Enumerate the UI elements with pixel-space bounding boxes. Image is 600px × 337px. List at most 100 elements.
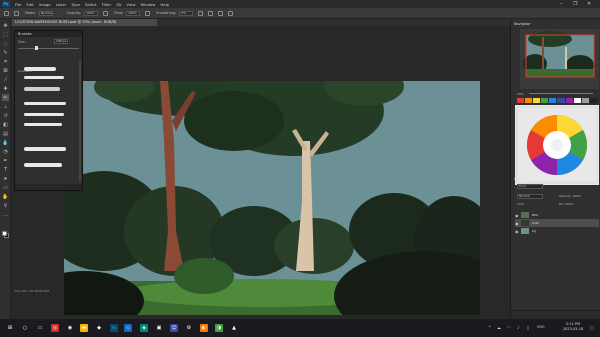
menu-layer[interactable]: Layer	[56, 2, 67, 7]
navigator-zoom-value[interactable]: 33%	[517, 92, 524, 96]
eraser-tool-icon[interactable]: ◧	[2, 121, 9, 128]
swatch-purple[interactable]	[565, 98, 573, 103]
eyedropper-tool-icon[interactable]: ⁄	[2, 76, 9, 83]
app-teal-icon[interactable]: ◈	[140, 324, 148, 332]
brush-size-field[interactable]: 196 px	[54, 39, 68, 44]
brush-preset-2[interactable]	[24, 76, 64, 79]
swatch-orange[interactable]	[525, 98, 533, 103]
zoom-tool-icon[interactable]: ⚲	[2, 202, 9, 209]
smoothing-field[interactable]: 0%	[179, 10, 194, 16]
brush-preset-6[interactable]	[24, 123, 62, 126]
swatch-green[interactable]	[541, 98, 549, 103]
shape-tool-icon[interactable]: ▭	[2, 184, 9, 191]
menu-filter[interactable]: Filter	[102, 2, 111, 7]
pressure-size-icon[interactable]	[218, 10, 224, 16]
brush-preset-icon[interactable]	[14, 10, 19, 16]
steam-icon[interactable]: ⚙	[185, 324, 193, 332]
obs-icon[interactable]: ◉	[66, 324, 74, 332]
layer-row-bush[interactable]: ◉ bush	[515, 219, 599, 227]
battery-icon[interactable]: ▯	[527, 325, 529, 330]
menu-view[interactable]: View	[126, 2, 135, 7]
menu-edit[interactable]: Edit	[26, 2, 33, 7]
healing-tool-icon[interactable]: ✚	[2, 85, 9, 92]
brush-list-scrollbar[interactable]	[79, 61, 81, 181]
file-explorer-icon[interactable]: ▬	[80, 324, 88, 332]
settings-gear-icon[interactable]	[198, 10, 204, 16]
brush-tool-icon[interactable]: ✏	[2, 94, 9, 101]
symmetry-icon[interactable]	[228, 10, 234, 16]
brush-size-slider-thumb[interactable]	[35, 46, 38, 50]
brush-tool-icon[interactable]	[4, 10, 9, 16]
maximize-button[interactable]: ❐	[573, 1, 577, 7]
brush-preset-4[interactable]	[24, 102, 66, 105]
swatch-white[interactable]	[573, 98, 581, 103]
flow-field[interactable]: 100%	[126, 10, 141, 16]
language-indicator[interactable]: ENG	[537, 325, 545, 329]
menu-help[interactable]: Help	[160, 2, 169, 7]
layer-blend-mode[interactable]: Normal	[517, 194, 543, 199]
hand-tool-icon[interactable]: ✋	[2, 193, 9, 200]
app-misc-icon[interactable]: ▲	[230, 324, 238, 332]
app-dark-icon[interactable]: ▣	[155, 324, 163, 332]
layer-fill[interactable]: Fill: 100%	[559, 202, 574, 206]
menu-select[interactable]: Select	[85, 2, 97, 7]
angle-icon[interactable]	[208, 10, 214, 16]
gradient-tool-icon[interactable]: ▤	[2, 130, 9, 137]
lasso-tool-icon[interactable]: ◌	[2, 40, 9, 47]
menu-file[interactable]: File	[15, 2, 21, 7]
frame-tool-icon[interactable]: ⊠	[2, 67, 9, 74]
swatch-red[interactable]	[517, 98, 525, 103]
airbrush-icon[interactable]	[145, 10, 151, 16]
color-wheel-panel[interactable]	[515, 105, 599, 185]
chrome-icon[interactable]: ◎	[51, 324, 59, 332]
marquee-tool-icon[interactable]: ⬚	[2, 31, 9, 38]
menu-window[interactable]: Window	[140, 2, 155, 7]
layer-row-bkg[interactable]: ◉ BKG	[515, 211, 599, 219]
network-icon[interactable]: ☁	[497, 325, 501, 330]
wifi-icon[interactable]: ◠	[507, 325, 511, 330]
discord-icon[interactable]: ☺	[170, 324, 178, 332]
history-brush-tool-icon[interactable]: ↺	[2, 112, 9, 119]
swatch-indigo[interactable]	[557, 98, 565, 103]
layer-opacity[interactable]: Opacity: 100%	[559, 194, 581, 198]
menu-3d[interactable]: 3D	[116, 2, 121, 7]
clock[interactable]: 2:11 PM 2023-05-18	[560, 322, 586, 332]
brush-size-slider[interactable]	[18, 48, 79, 49]
blur-tool-icon[interactable]: 💧	[2, 139, 9, 146]
windows-start-icon[interactable]: ⊞	[6, 324, 14, 332]
search-icon[interactable]: ○	[21, 324, 29, 332]
app-orange-icon[interactable]: ◐	[200, 324, 208, 332]
layer-kind-filter[interactable]: Kind	[517, 184, 543, 189]
swatch-blue[interactable]	[549, 98, 557, 103]
mode-select[interactable]: Normal	[38, 10, 53, 16]
task-view-icon[interactable]: ▭	[36, 324, 44, 332]
pen-tool-icon[interactable]: ✒	[2, 157, 9, 164]
menu-image[interactable]: Image	[39, 2, 51, 7]
app-icon[interactable]: ◆	[95, 324, 103, 332]
swatch-yellow[interactable]	[533, 98, 541, 103]
path-select-tool-icon[interactable]: ➤	[2, 175, 9, 182]
navigator-preview[interactable]	[520, 29, 599, 89]
opacity-field[interactable]: 100%	[84, 10, 99, 16]
brush-preset-3[interactable]	[24, 87, 60, 91]
swatch-black[interactable]	[589, 98, 597, 103]
brush-preset-8[interactable]	[24, 163, 62, 167]
photoshop-taskbar-icon[interactable]: Ps	[110, 324, 118, 332]
foreground-color-swatch[interactable]	[2, 231, 7, 236]
app-blue-icon[interactable]: ◇	[124, 324, 132, 332]
color-wheel[interactable]	[515, 105, 599, 185]
brush-preset-5[interactable]	[24, 113, 64, 116]
tray-expand-icon[interactable]: ^	[488, 325, 491, 330]
brush-preset-7[interactable]	[24, 147, 66, 151]
minimize-button[interactable]: –	[560, 1, 563, 7]
pressure-opacity-icon[interactable]	[103, 10, 109, 16]
navigator-zoom-slider[interactable]	[529, 93, 593, 94]
document-tab[interactable]: LOCATION WAREHOUSE BUSH.psd @ 33% (bush,…	[12, 19, 157, 26]
app-green-icon[interactable]: ◑	[215, 324, 223, 332]
quick-select-tool-icon[interactable]: ✎	[2, 49, 9, 56]
more-tools-icon[interactable]: …	[2, 211, 9, 218]
document-canvas[interactable]	[64, 81, 480, 315]
dodge-tool-icon[interactable]: ◔	[2, 148, 9, 155]
swatch-gray[interactable]	[581, 98, 589, 103]
volume-icon[interactable]: ♪	[517, 325, 520, 330]
